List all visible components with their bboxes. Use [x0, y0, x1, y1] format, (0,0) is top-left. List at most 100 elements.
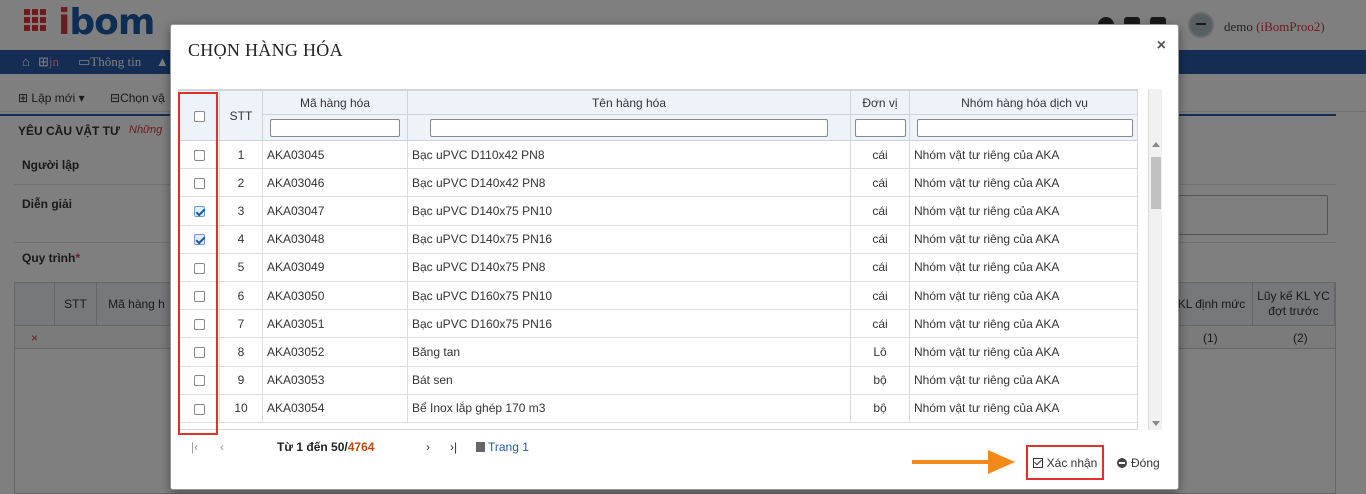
cell-name: Bể Inox lắp ghép 170 m3 — [407, 393, 851, 423]
cell-group: Nhóm vật tư riêng của AKA — [909, 252, 1137, 282]
arrow-right-icon — [912, 450, 1015, 474]
goods-table: STT Mã hàng hóa Tên hàng hóa Đơn vị Nhóm… — [179, 90, 1137, 423]
table-row[interactable]: 3 AKA03047 Bạc uPVC D140x75 PN10 cái Nhóm vậ… — [179, 196, 1137, 226]
code-filter-input[interactable] — [270, 118, 400, 137]
cell-stt: 4 — [219, 224, 263, 254]
cell-code: AKA03053 — [262, 365, 408, 395]
cell-group: Nhóm vật tư riêng của AKA — [909, 280, 1137, 311]
cell-group: Nhóm vật tư riêng của AKA — [909, 365, 1137, 395]
cell-group: Nhóm vật tư riêng của AKA — [909, 196, 1137, 226]
column-header-code[interactable]: Mã hàng hóa — [262, 90, 408, 115]
cell-name: Bạc uPVC D140x75 PN16 — [407, 224, 851, 254]
check-square-icon — [1032, 457, 1043, 468]
filter-cell — [407, 114, 851, 141]
group-filter-input[interactable] — [916, 118, 1133, 137]
cell-code: AKA03046 — [262, 168, 408, 198]
total-count: 4764 — [347, 440, 375, 454]
cell-code: AKA03047 — [262, 196, 408, 226]
cell-code: AKA03050 — [262, 280, 408, 311]
cell-group: Nhóm vật tư riêng của AKA — [909, 168, 1137, 198]
table-row[interactable]: 4 AKA03048 Bạc uPVC D140x75 PN16 cái Nhóm vậ… — [179, 224, 1137, 254]
range-text: Từ 1 đến 50/4764 — [277, 440, 374, 454]
page-indicator[interactable]: Trang 1 — [476, 440, 529, 454]
goods-table-body: 1 AKA03045 Bạc uPVC D110x42 PN8 cái Nhóm vật… — [179, 139, 1137, 423]
page-label: Trang 1 — [488, 440, 529, 454]
cell-group: Nhóm vật tư riêng của AKA — [909, 337, 1137, 367]
cell-name: Bát sen — [407, 365, 851, 395]
cell-group: Nhóm vật tư riêng của AKA — [909, 393, 1137, 423]
modal-title: CHỌN HÀNG HÓA — [188, 40, 343, 60]
close-button-label: Đóng — [1131, 456, 1160, 470]
table-row[interactable]: 8 AKA03052 Băng tan Lô Nhóm vật tư riêng của… — [179, 337, 1137, 367]
cell-name: Bạc uPVC D160x75 PN16 — [407, 309, 851, 339]
page-icon — [476, 442, 485, 452]
cell-stt: 10 — [219, 393, 263, 423]
cell-unit: cái — [850, 309, 910, 339]
checkbox-column-highlight — [178, 92, 218, 435]
confirm-button-label: Xác nhận — [1046, 455, 1098, 470]
cell-stt: 5 — [219, 252, 263, 282]
cell-stt: 6 — [219, 280, 263, 311]
column-header-unit[interactable]: Đơn vị — [850, 90, 910, 115]
scroll-up-icon[interactable] — [1152, 142, 1160, 147]
cell-stt: 2 — [219, 168, 263, 198]
minus-circle-icon — [1117, 458, 1127, 468]
cell-unit: cái — [850, 224, 910, 254]
table-row[interactable]: 5 AKA03049 Bạc uPVC D140x75 PN8 cái Nhóm vật… — [179, 252, 1137, 282]
column-header-group[interactable]: Nhóm hàng hóa dịch vụ — [909, 90, 1137, 115]
table-row[interactable]: 1 AKA03045 Bạc uPVC D110x42 PN8 cái Nhóm vật… — [179, 139, 1137, 170]
unit-filter-input[interactable] — [854, 118, 906, 137]
name-filter-input[interactable] — [430, 118, 828, 137]
table-row[interactable]: 6 AKA03050 Bạc uPVC D160x75 PN10 cái Nhóm vậ… — [179, 280, 1137, 311]
cell-name: Băng tan — [407, 337, 851, 367]
cell-name: Bạc uPVC D140x75 PN10 — [407, 196, 851, 226]
cell-unit: Lô — [850, 337, 910, 367]
cell-name: Bạc uPVC D140x42 PN8 — [407, 168, 851, 198]
grid-scrollbar[interactable] — [1148, 89, 1162, 430]
cell-name: Bạc uPVC D140x75 PN8 — [407, 252, 851, 282]
cell-code: AKA03052 — [262, 337, 408, 367]
cell-unit: cái — [850, 168, 910, 198]
prev-page-icon[interactable]: ‹ — [220, 440, 224, 454]
table-row[interactable]: 9 AKA03053 Bát sen bộ Nhóm vật tư riêng của … — [179, 365, 1137, 395]
cell-code: AKA03049 — [262, 252, 408, 282]
cell-code: AKA03054 — [262, 393, 408, 423]
filter-cell — [909, 114, 1137, 141]
filter-cell — [262, 114, 408, 141]
cell-code: AKA03045 — [262, 139, 408, 170]
cell-unit: cái — [850, 139, 910, 170]
cell-unit: cái — [850, 280, 910, 311]
goods-grid: STT Mã hàng hóa Tên hàng hóa Đơn vị Nhóm… — [178, 89, 1138, 430]
cell-group: Nhóm vật tư riêng của AKA — [909, 309, 1137, 339]
cell-stt: 3 — [219, 196, 263, 226]
close-button[interactable]: Đóng — [1117, 456, 1160, 470]
range-label: Từ 1 đến 50/ — [277, 440, 348, 454]
table-row[interactable]: 10 AKA03054 Bể Inox lắp ghép 170 m3 bộ Nhóm … — [179, 393, 1137, 423]
cell-name: Bạc uPVC D160x75 PN10 — [407, 280, 851, 311]
column-header-stt: STT — [219, 90, 263, 141]
last-page-icon[interactable]: ›| — [450, 440, 457, 454]
choose-goods-modal: CHỌN HÀNG HÓA × STT Mã hàng hóa Tên hàng… — [170, 24, 1179, 490]
first-page-icon[interactable]: |‹ — [191, 440, 198, 454]
cell-stt: 1 — [219, 139, 263, 170]
table-row[interactable]: 7 AKA03051 Bạc uPVC D160x75 PN16 cái Nhóm vậ… — [179, 309, 1137, 339]
cell-group: Nhóm vật tư riêng của AKA — [909, 224, 1137, 254]
close-icon[interactable]: × — [1157, 37, 1166, 55]
cell-stt: 8 — [219, 337, 263, 367]
cell-name: Bạc uPVC D110x42 PN8 — [407, 139, 851, 170]
scroll-thumb[interactable] — [1151, 157, 1161, 209]
cell-stt: 9 — [219, 365, 263, 395]
confirm-button[interactable]: Xác nhận — [1026, 445, 1104, 480]
cell-unit: bộ — [850, 365, 910, 395]
cell-unit: cái — [850, 252, 910, 282]
table-row[interactable]: 2 AKA03046 Bạc uPVC D140x42 PN8 cái Nhóm vật… — [179, 168, 1137, 198]
next-page-icon[interactable]: › — [426, 440, 430, 454]
cell-group: Nhóm vật tư riêng của AKA — [909, 139, 1137, 170]
scroll-down-icon[interactable] — [1152, 421, 1160, 426]
cell-unit: cái — [850, 196, 910, 226]
column-header-name[interactable]: Tên hàng hóa — [407, 90, 851, 115]
cell-code: AKA03051 — [262, 309, 408, 339]
cell-unit: bộ — [850, 393, 910, 423]
cell-stt: 7 — [219, 309, 263, 339]
filter-cell — [850, 114, 910, 141]
